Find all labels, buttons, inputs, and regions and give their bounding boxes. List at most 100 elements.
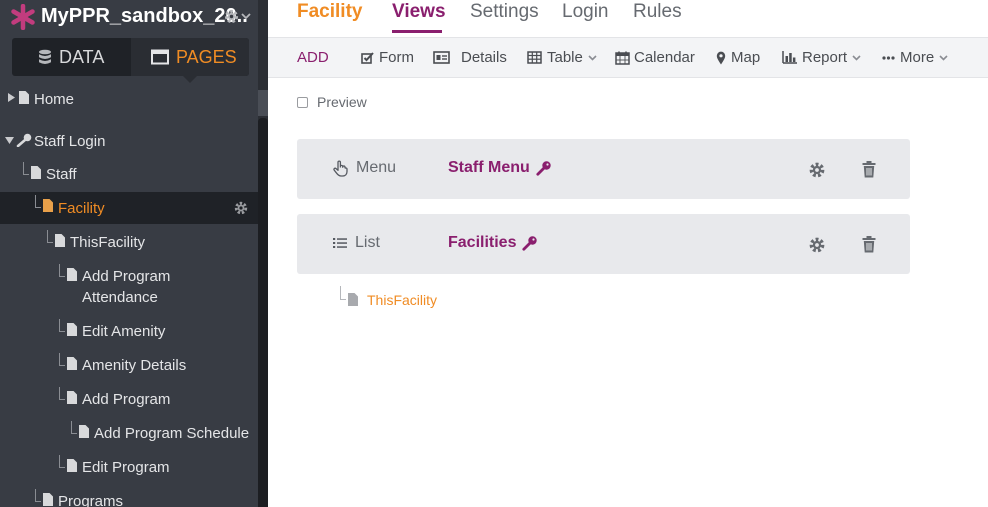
pages-mode-label: PAGES [176,46,237,67]
add-details-button[interactable]: Details [433,49,507,66]
view-type-label: Menu [356,159,397,176]
active-tab-indicator [392,30,442,33]
app-settings-gear-icon[interactable] [223,8,240,25]
add-form-button[interactable]: Form [361,49,414,66]
gear-icon[interactable] [808,161,826,179]
add-form-label: Form [379,49,414,66]
add-more-button[interactable]: More [882,49,948,66]
tree-connector [35,195,41,208]
gear-icon[interactable] [808,236,826,254]
trash-icon[interactable] [862,161,876,178]
tree-connector [23,162,29,175]
page-icon [31,166,41,179]
ellipsis-icon [882,55,895,60]
view-name[interactable]: Facilities [448,234,538,252]
details-icon [433,51,450,64]
tree-item-amenity-details[interactable]: Amenity Details [0,350,258,380]
add-view-toolbar: ADD Form Details Table Calendar Map Repo… [268,37,988,78]
tab-settings[interactable]: Settings [470,1,539,23]
tree-connector [59,353,65,366]
tree-item-programs[interactable]: Programs [0,486,258,507]
add-details-label: Details [461,49,507,66]
add-label: ADD [297,49,329,66]
calendar-icon [615,51,630,65]
view-type: Menu [333,159,396,177]
view-type-label: List [355,234,380,251]
page-icon [79,425,89,438]
tree-item-facility[interactable]: Facility [0,192,258,224]
tree-item-label-line2: Attendance [82,289,158,306]
tab-views[interactable]: Views [392,1,446,23]
tree-connector [47,230,53,243]
child-page-link[interactable]: ThisFacility [340,286,460,310]
tree-item-home[interactable]: Home [0,84,258,114]
sidebar-scrollbar-cap [258,90,268,116]
chevron-down-icon [852,54,861,61]
page-icon [348,293,358,306]
chevron-down-icon [588,54,597,61]
tree-item-staff-login[interactable]: Staff Login [0,126,258,156]
app-title-row[interactable]: MyPPR_sandbox_20.. [0,0,258,33]
key-icon [16,133,32,147]
add-report-button[interactable]: Report [782,49,861,66]
tab-login[interactable]: Login [562,1,609,23]
tree-item-label: Staff [46,166,77,183]
tree-item-add-program[interactable]: Add Program [0,384,258,414]
tree-connector [340,286,346,300]
add-table-label: Table [547,49,583,66]
page-settings-gear-icon[interactable] [233,200,249,216]
tree-connector [59,264,65,277]
tree-item-edit-program[interactable]: Edit Program [0,452,258,482]
preview-toggle[interactable]: Preview [297,94,367,110]
tree-item-label: Amenity Details [82,357,187,374]
tree-item-label: Add Program [82,268,171,285]
add-calendar-label: Calendar [634,49,695,66]
caret-down-icon[interactable] [5,137,14,144]
view-name-label: Staff Menu [448,159,530,176]
page-icon [43,493,53,506]
preview-checkbox[interactable] [297,96,308,108]
chevron-down-icon[interactable] [241,12,251,20]
view-type: List [333,234,380,252]
tree-item-add-program-attendance[interactable]: Add Program Attendance [0,261,258,306]
page-icon [67,391,77,404]
sidebar: MyPPR_sandbox_20.. DATA PAGES Home Staff… [0,0,268,507]
top-nav: Facility Views Settings Login Rules [268,0,988,36]
caret-right-icon[interactable] [8,93,15,102]
tree-item-add-program-schedule[interactable]: Add Program Schedule [0,418,258,448]
tree-item-label: Home [34,91,75,108]
app-title: MyPPR_sandbox_20.. [41,5,248,27]
view-name[interactable]: Staff Menu [448,159,552,177]
tree-connector [59,455,65,468]
sidebar-scrollbar-thumb[interactable] [258,118,268,507]
data-mode-label: DATA [59,46,105,67]
tree-item-staff[interactable]: Staff [0,159,258,189]
tree-item-thisfacility[interactable]: ThisFacility [0,227,258,257]
tree-item-label: Facility [58,200,105,217]
data-mode-button[interactable]: DATA [12,38,131,76]
mode-toggle: DATA PAGES [12,38,249,76]
app-logo-icon [11,4,35,30]
mode-pointer [183,76,197,83]
trash-icon[interactable] [862,236,876,253]
page-icon [67,268,77,281]
tree-connector [71,421,77,434]
page-icon [43,199,53,212]
view-row-list[interactable]: List Facilities [297,214,910,274]
pages-mode-button[interactable]: PAGES [131,38,249,76]
tab-rules[interactable]: Rules [633,1,682,23]
tree-connector [59,319,65,332]
chevron-down-icon [939,54,948,61]
page-icon [67,323,77,336]
tree-item-edit-amenity[interactable]: Edit Amenity [0,316,258,346]
page-icon [55,234,65,247]
add-calendar-button[interactable]: Calendar [615,49,695,66]
list-icon [333,238,347,248]
add-table-button[interactable]: Table [527,49,597,66]
database-icon [39,49,51,64]
page-name-title[interactable]: Facility [297,1,362,23]
add-map-button[interactable]: Map [716,49,760,66]
add-map-label: Map [731,49,761,66]
bar-chart-icon [782,51,797,64]
view-row-menu[interactable]: Menu Staff Menu [297,139,910,199]
